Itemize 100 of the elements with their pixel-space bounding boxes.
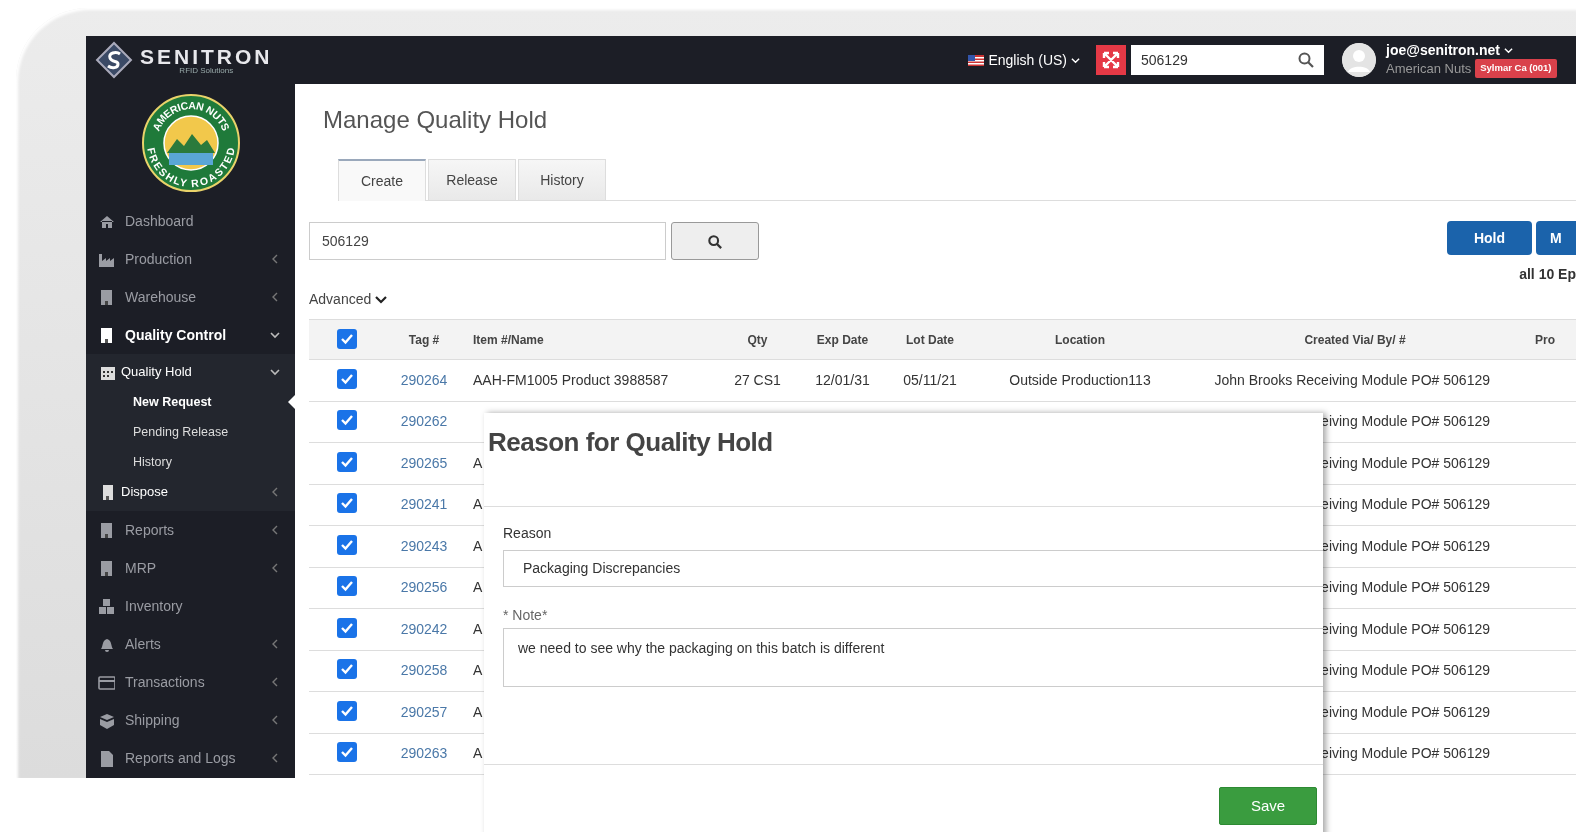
sidebar-item[interactable]: Quality Control: [86, 316, 295, 354]
table-cell: 05/11/21: [885, 359, 975, 402]
save-button[interactable]: Save: [1219, 787, 1317, 825]
tag-link[interactable]: 290241: [400, 496, 448, 513]
caret-icon: [1504, 45, 1513, 55]
tab[interactable]: Create: [338, 159, 426, 202]
search-button[interactable]: [671, 222, 759, 261]
action-button[interactable]: M: [1536, 221, 1576, 256]
chevron-down-icon: [270, 367, 280, 377]
tag-link[interactable]: 290262: [400, 413, 448, 430]
checkbox[interactable]: [337, 576, 357, 597]
pointer-icon: [288, 395, 295, 409]
checkmark-icon: [340, 579, 354, 594]
column-header: Lot Date: [885, 319, 975, 360]
reason-label: Reason: [503, 524, 553, 543]
reason-select[interactable]: Packaging Discrepancies: [503, 550, 1323, 587]
sidebar-item[interactable]: Reports: [86, 511, 295, 549]
checkmark-icon: [340, 496, 354, 511]
tag-link[interactable]: 290242: [400, 620, 448, 637]
column-header: Pro: [1525, 319, 1576, 360]
site-badge: Sylmar Ca (001): [1475, 59, 1557, 78]
chevron-left-icon: [270, 715, 280, 725]
chevron-left-icon: [270, 753, 280, 763]
table-cell: Outside Production113: [975, 359, 1185, 402]
checkbox[interactable]: [337, 410, 357, 431]
tag-link[interactable]: 290263: [400, 745, 448, 762]
checkbox[interactable]: [337, 493, 357, 514]
checkbox[interactable]: [337, 451, 357, 472]
sidebar-item[interactable]: MRP: [86, 549, 295, 587]
checkmark-icon: [340, 662, 354, 677]
tag-link[interactable]: 290243: [400, 537, 448, 554]
sidebar-item[interactable]: Quality Hold: [86, 357, 295, 387]
checkbox[interactable]: [337, 742, 357, 763]
sidebar-item[interactable]: Dashboard: [86, 202, 295, 240]
tab[interactable]: History: [518, 159, 606, 201]
column-header: Location: [975, 319, 1185, 360]
chevron-left-icon: [270, 525, 280, 535]
fullscreen-button[interactable]: [1096, 45, 1126, 75]
chevron-left-icon: [270, 677, 280, 687]
tag-link[interactable]: 290256: [400, 579, 448, 596]
chevron-left-icon: [270, 487, 280, 497]
column-header: Qty: [715, 319, 800, 360]
tag-link[interactable]: 290265: [400, 454, 448, 471]
checkbox[interactable]: [337, 617, 357, 638]
sidebar-item[interactable]: Dispose: [86, 477, 295, 507]
caret-icon: [1071, 55, 1080, 65]
sidebar-item[interactable]: Warehouse: [86, 278, 295, 316]
caret-icon: [375, 294, 388, 305]
card-icon: [98, 673, 115, 691]
note-field[interactable]: we need to see why the packaging on this batch is different: [503, 628, 1323, 687]
search-field[interactable]: 506129: [309, 222, 666, 261]
note-label: * Note*: [503, 606, 549, 625]
document-icon: [98, 749, 115, 767]
checkmark-icon: [340, 745, 354, 760]
tag-link[interactable]: 290257: [400, 703, 448, 720]
column-header: Tag #: [385, 319, 463, 360]
cubes-icon: [98, 597, 115, 615]
building-icon: [98, 521, 115, 539]
table-cell: John Brooks Receiving Module PO# 506129: [1185, 359, 1525, 402]
checkbox[interactable]: [337, 534, 357, 555]
column-header: Created Via/ By/ #: [1185, 319, 1525, 360]
building-icon: [98, 559, 115, 577]
page-title: Manage Quality Hold: [323, 105, 549, 135]
avatar-icon[interactable]: [1342, 43, 1376, 77]
flag-icon: [968, 54, 985, 66]
column-header: Item #/Name: [463, 319, 715, 360]
sidebar-item[interactable]: Inventory: [86, 587, 295, 625]
search-field[interactable]: 506129: [1131, 45, 1324, 75]
column-header: Exp Date: [800, 319, 885, 360]
sidebar-item[interactable]: New Request: [86, 387, 295, 417]
chevron-left-icon: [270, 639, 280, 649]
table-cell: AAH-FM1005 Product 3988587: [463, 359, 715, 402]
sidebar-item[interactable]: Reports and Logs: [86, 739, 295, 777]
chevron-left-icon: [270, 254, 280, 264]
sidebar-item[interactable]: Transactions: [86, 663, 295, 701]
checkbox[interactable]: [337, 368, 357, 389]
checkbox[interactable]: [337, 659, 357, 680]
chevron-left-icon: [270, 563, 280, 573]
checkbox[interactable]: [337, 700, 357, 721]
sidebar-item[interactable]: Production: [86, 240, 295, 278]
user-menu[interactable]: joe@senitron.net: [1386, 41, 1513, 59]
building-icon: [98, 288, 115, 306]
tag-link[interactable]: 290264: [400, 371, 448, 388]
sidebar-item[interactable]: History: [86, 447, 295, 477]
chevron-left-icon: [270, 292, 280, 302]
sidebar-item[interactable]: Pending Release: [86, 417, 295, 447]
checkbox[interactable]: [337, 328, 357, 349]
search-icon: [1298, 52, 1314, 68]
sidebar-item[interactable]: Shipping: [86, 701, 295, 739]
chevron-down-icon: [270, 330, 280, 340]
sidebar-item[interactable]: Alerts: [86, 625, 295, 663]
action-button[interactable]: Hold: [1447, 221, 1532, 256]
summary-text: all 10 Ep: [1518, 265, 1576, 285]
tag-link[interactable]: 290258: [400, 662, 448, 679]
tab[interactable]: Release: [428, 159, 516, 201]
table-cell: 12/01/31: [800, 359, 885, 402]
building-icon: [98, 326, 115, 344]
advanced-toggle[interactable]: Advanced: [309, 289, 388, 311]
table-cell: 27 CS1: [715, 359, 800, 402]
language-dropdown[interactable]: English (US): [962, 48, 1086, 72]
